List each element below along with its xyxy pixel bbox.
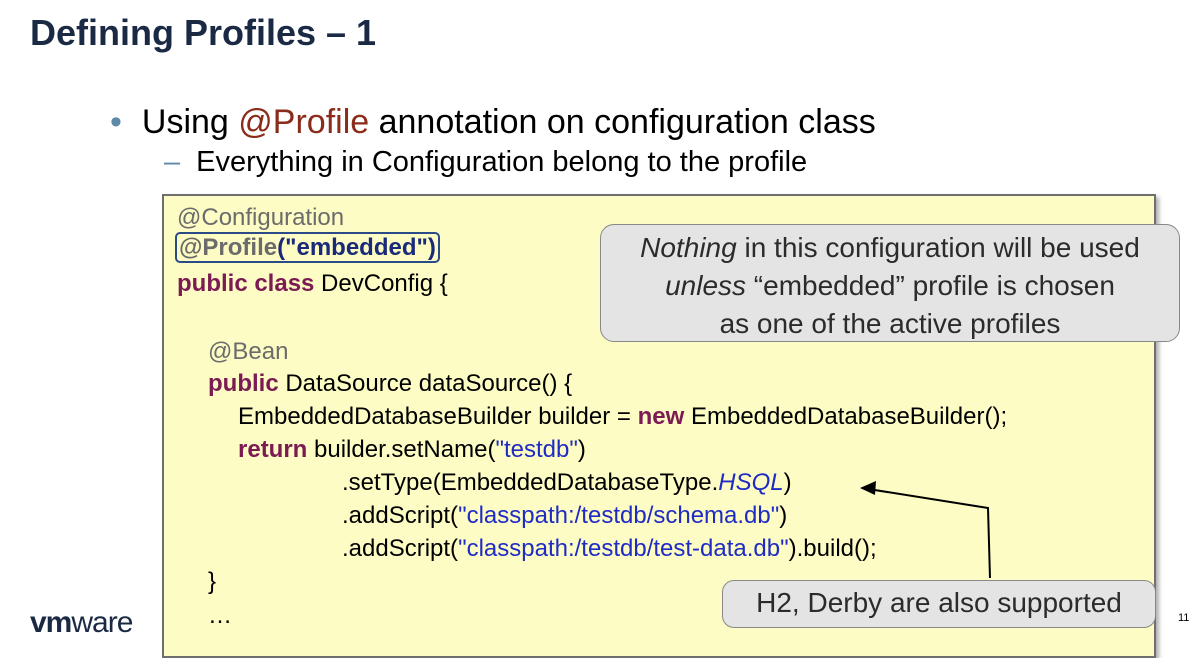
db-support-callout: H2, Derby are also supported [722,580,1156,628]
arrow-head-icon [860,481,876,495]
logo-vm: vm [30,606,72,639]
vmware-logo: vmware [30,606,133,640]
arrow-connector [860,481,991,579]
logo-ware: ware [71,606,133,639]
page-number: 11 [1178,612,1190,624]
